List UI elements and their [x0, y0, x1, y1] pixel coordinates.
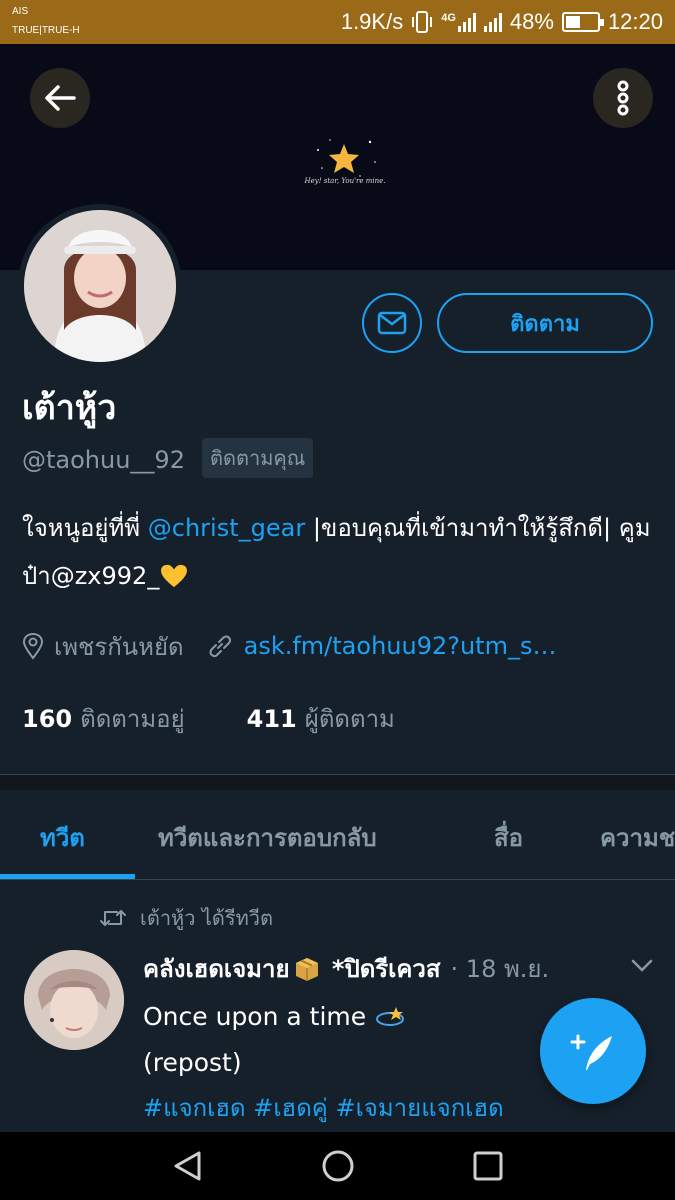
follow-button[interactable]: ติดตาม: [437, 293, 653, 353]
tweet-hashtags[interactable]: #แจกเฮด #เฮดคู่ #เจมายแจกเฮด: [143, 1088, 504, 1127]
status-bar: AIS TRUE|TRUE-H 1.9K/s 4G 48% 12:20: [0, 0, 675, 44]
back-arrow-icon: [45, 85, 76, 111]
link-icon: [209, 635, 231, 658]
follows-you-badge: ติดตามคุณ: [202, 438, 314, 478]
nav-home-icon: [322, 1150, 354, 1182]
avatar-illustration: [24, 210, 176, 362]
nav-back-button[interactable]: [168, 1146, 208, 1186]
tweet-line-1: Once upon a time: [143, 1002, 375, 1031]
mail-icon: [377, 311, 407, 335]
vibrate-icon: [412, 11, 433, 33]
author-avatar-illustration: [24, 950, 124, 1050]
bio-text-start: ใจหนูอยู่ที่พี่: [22, 514, 148, 542]
profile-name: เต้าหู้ว: [22, 388, 117, 428]
nav-recents-icon: [473, 1151, 503, 1181]
tweet-header: คลังเฮดเจมาย *ปิดรีเควส · 18 พ.ย.: [143, 948, 549, 988]
system-nav-bar: [0, 1132, 675, 1200]
following-count: 160: [22, 704, 73, 733]
more-vertical-icon: [617, 80, 629, 116]
carrier-info: AIS TRUE|TRUE-H: [12, 5, 80, 37]
package-emoji-icon: [295, 957, 318, 981]
tweet-author-name[interactable]: คลังเฮดเจมาย *ปิดรีเควส: [143, 949, 441, 988]
bio-mention-link[interactable]: @christ_gear: [148, 514, 305, 542]
followers-count: 411: [246, 704, 297, 733]
profile-handle: @taohuu__92: [22, 446, 185, 474]
retweet-label: เต้าหู้ว ได้รีทวีต: [140, 906, 274, 930]
battery-icon: [561, 12, 604, 32]
yellow-heart-icon: [161, 564, 188, 588]
avatar-photo: [24, 210, 176, 362]
followers-label: ผู้ติดตาม: [304, 704, 395, 733]
tab-likes[interactable]: ความชอบ: [600, 818, 675, 857]
follow-stats: 160 ติดตามอยู่ 411 ผู้ติดตาม: [22, 696, 395, 740]
profile-avatar[interactable]: [18, 204, 182, 368]
signal-icon-2: [483, 12, 502, 32]
battery-percent: 48%: [509, 9, 554, 34]
message-button[interactable]: [362, 293, 422, 353]
followers-stat[interactable]: 411 ผู้ติดตาม: [247, 699, 395, 738]
following-stat[interactable]: 160 ติดตามอยู่: [22, 699, 185, 738]
clock: 12:20: [607, 9, 663, 34]
nav-recents-button[interactable]: [468, 1146, 508, 1186]
tab-tweets[interactable]: ทวีต: [40, 818, 85, 857]
network-type: 4G: [441, 12, 456, 24]
dizzy-emoji-icon: [376, 1007, 405, 1026]
retweet-context: เต้าหู้ว ได้รีทวีต: [100, 900, 273, 936]
profile-tabs: ทวีต ทวีตและการตอบกลับ สื่อ ความชอบ: [0, 790, 675, 880]
following-label: ติดตามอยู่: [80, 704, 185, 733]
nav-home-button[interactable]: [318, 1146, 358, 1186]
carrier-secondary: TRUE|TRUE-H: [12, 25, 80, 36]
tweet-line-2: (repost): [143, 1048, 242, 1077]
tab-media[interactable]: สื่อ: [494, 818, 523, 857]
status-indicators: 1.9K/s 4G 48% 12:20: [341, 8, 663, 36]
profile-bio: ใจหนูอยู่ที่พี่ @christ_gear |ขอบคุณที่เ…: [22, 504, 662, 600]
profile-location: เพชรกันหยัด: [54, 632, 184, 661]
carrier-primary: AIS: [12, 6, 29, 17]
nav-back-icon: [174, 1151, 201, 1181]
profile-meta: เพชรกันหยัด ask.fm/taohuu92?utm_s…: [22, 624, 556, 668]
banner-caption: Hey! star, You're mine.: [304, 177, 386, 185]
tweet-text: Once upon a time (repost): [143, 994, 406, 1086]
compose-tweet-icon: [570, 1034, 612, 1070]
tweet-timestamp: · 18 พ.ย.: [450, 954, 550, 983]
location-pin-icon: [22, 632, 44, 660]
retweet-icon: [100, 910, 126, 926]
more-options-button[interactable]: [593, 68, 653, 128]
profile-website-link[interactable]: ask.fm/taohuu92?utm_s…: [244, 632, 557, 660]
chevron-down-icon[interactable]: [630, 958, 654, 974]
back-button[interactable]: [30, 68, 90, 128]
author-name-part1: คลังเฮดเจมาย: [143, 954, 290, 983]
section-divider: [0, 774, 675, 790]
author-name-part2: *ปิดรีเควส: [323, 954, 441, 983]
network-speed: 1.9K/s: [340, 9, 404, 34]
tab-tweets-and-replies[interactable]: ทวีตและการตอบกลับ: [158, 818, 377, 857]
tweet-author-avatar[interactable]: [24, 950, 124, 1050]
active-tab-indicator: [0, 874, 135, 879]
compose-tweet-button[interactable]: [540, 998, 646, 1104]
signal-icon: [457, 12, 476, 32]
